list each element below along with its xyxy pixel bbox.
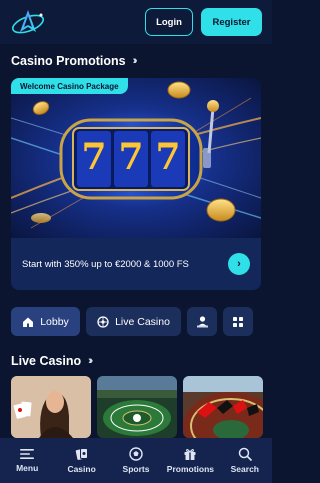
menu-icon <box>20 449 35 459</box>
cards-icon <box>75 448 88 460</box>
tab-live-casino[interactable]: Live Casino <box>86 307 181 336</box>
nav-label: Promotions <box>166 464 215 474</box>
nav-label: Menu <box>16 463 39 473</box>
live-casino-thumbnails <box>11 376 263 438</box>
promotions-title: Casino Promotions <box>11 54 126 68</box>
nav-casino[interactable]: Casino <box>54 438 108 483</box>
roulette-icon <box>97 315 109 328</box>
reel-symbols: 7 7 7 <box>77 136 185 184</box>
reel-symbol: 7 <box>81 136 107 178</box>
tab-grid[interactable] <box>223 307 253 336</box>
login-button[interactable]: Login <box>145 8 193 36</box>
chevron-right-icon: › <box>237 258 241 270</box>
promo-card[interactable]: 7 7 7 Welcome Casino Package Start with … <box>11 78 261 290</box>
soccer-ball-icon <box>129 447 143 461</box>
nav-promotions[interactable]: Promotions <box>163 438 217 483</box>
reel-symbol: 7 <box>155 136 181 178</box>
nav-search[interactable]: Search <box>218 438 272 483</box>
tab-label: Lobby <box>40 315 69 328</box>
house-icon <box>23 317 34 327</box>
nav-menu[interactable]: Menu <box>0 438 54 483</box>
nav-label: Search <box>230 464 259 474</box>
tab-lobby[interactable]: Lobby <box>11 307 80 336</box>
register-button[interactable]: Register <box>201 8 262 36</box>
category-tabs: Lobby Live Casino <box>11 307 253 336</box>
tab-label: Live Casino <box>115 315 170 328</box>
live-casino-heading[interactable]: Live Casino ››› <box>11 354 93 368</box>
header: Login Register <box>0 0 272 44</box>
soccer-roulette-thumbnail-image <box>97 376 177 438</box>
roulette-thumbnail-image <box>183 376 263 438</box>
bottom-navigation: Menu Casino Sports Promotions Search <box>0 438 272 483</box>
promo-arrow-button[interactable]: › <box>228 253 250 275</box>
double-chevron-right-icon: ››› <box>132 55 138 67</box>
promo-text: Start with 350% up to €2000 & 1000 FS <box>22 258 189 270</box>
live-game-thumbnail[interactable] <box>183 376 263 438</box>
grid-icon <box>233 316 243 327</box>
gift-icon <box>184 449 196 460</box>
double-chevron-right-icon: ››› <box>88 355 93 367</box>
live-casino-title: Live Casino <box>11 354 82 368</box>
live-game-thumbnail[interactable] <box>11 376 91 438</box>
promo-footer: Start with 350% up to €2000 & 1000 FS › <box>11 238 261 290</box>
dealer-icon <box>196 316 208 328</box>
search-icon <box>238 447 252 461</box>
nav-label: Casino <box>67 464 96 474</box>
promotions-heading[interactable]: Casino Promotions ››› <box>11 54 138 68</box>
nav-sports[interactable]: Sports <box>109 438 163 483</box>
reel-symbol: 7 <box>118 136 144 178</box>
nav-label: Sports <box>122 464 150 474</box>
logo[interactable] <box>10 7 50 37</box>
promo-tag: Welcome Casino Package <box>11 78 128 94</box>
dealer-thumbnail-image <box>11 376 91 438</box>
live-game-thumbnail[interactable] <box>97 376 177 438</box>
tab-dealer[interactable] <box>187 307 217 336</box>
